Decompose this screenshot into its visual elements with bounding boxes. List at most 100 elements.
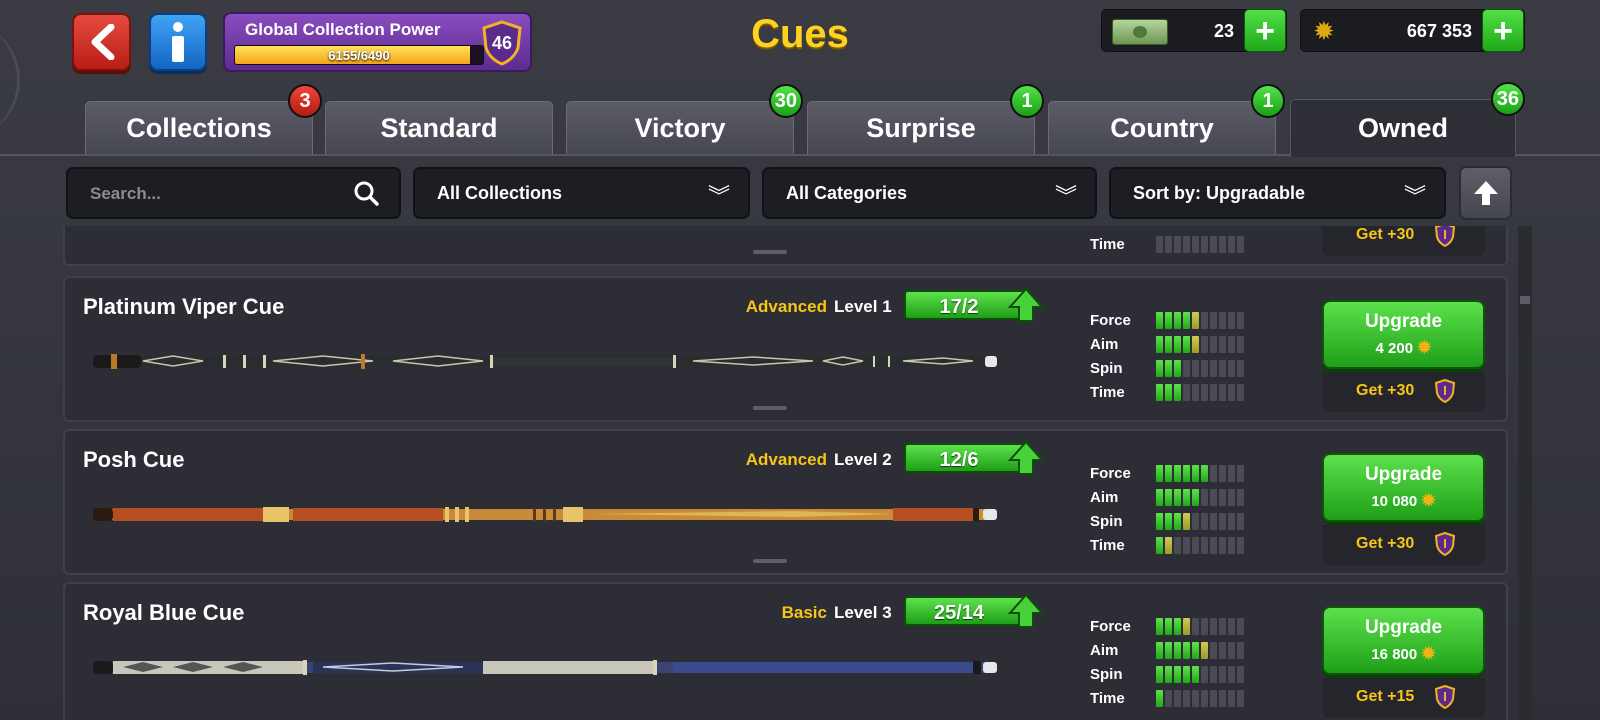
stat-segment — [1219, 690, 1226, 707]
tab-victory[interactable]: Victory 30 — [566, 84, 803, 154]
stat-segment — [1210, 336, 1217, 353]
tab-standard[interactable]: Standard — [325, 101, 553, 154]
shield-icon — [1434, 226, 1456, 247]
stat-segment — [1237, 537, 1244, 554]
get-reward-text: Get +15 — [1356, 688, 1415, 705]
add-coins-button[interactable]: + — [1482, 9, 1524, 52]
arrow-up-icon — [1473, 181, 1498, 205]
stat-segment — [1174, 360, 1181, 377]
collections-dropdown[interactable]: All Collections ︾ — [413, 167, 750, 219]
stat-segment — [1183, 537, 1190, 554]
stat-segment — [1210, 489, 1217, 506]
stat-segment — [1192, 360, 1199, 377]
tab-badge: 3 — [288, 84, 322, 118]
stat-segment — [1201, 384, 1208, 401]
cue-card[interactable]: Royal Blue Cue Basic Level 3 25/14 Force… — [63, 582, 1508, 720]
tab-badge: 30 — [768, 84, 803, 118]
upgrade-label: Upgrade — [1364, 464, 1443, 485]
gcp-level: 46 — [491, 33, 513, 53]
stat-segment — [1228, 537, 1235, 554]
cue-card[interactable]: Posh Cue Advanced Level 2 12/6 Force Aim… — [63, 429, 1508, 575]
cash-amount: 23 — [1213, 21, 1234, 41]
chevron-down-icon: ︾ — [1054, 184, 1077, 209]
tab-label: Standard — [380, 112, 498, 143]
page-title: Cues — [751, 12, 849, 56]
stat-segment — [1183, 489, 1190, 506]
tab-label: Country — [1110, 112, 1214, 143]
stat-segment — [1210, 690, 1217, 707]
cue-tier: Basic — [781, 603, 827, 622]
stat-segment — [1210, 618, 1217, 635]
coin-gear-icon: ✹ — [1313, 16, 1335, 46]
coin-gear-icon: ✹ — [1421, 491, 1436, 510]
info-button[interactable] — [149, 13, 207, 71]
cue-level: Level 3 — [834, 603, 892, 622]
stat-segment — [1237, 690, 1244, 707]
add-cash-button[interactable]: + — [1244, 9, 1286, 52]
stat-segment — [1192, 537, 1199, 554]
search-icon — [354, 181, 379, 206]
get-trophy-box[interactable]: Get +30 — [1322, 525, 1485, 565]
tab-label: Surprise — [866, 112, 976, 143]
stat-segment — [1165, 312, 1172, 329]
list-scrollbar-thumb[interactable] — [1520, 296, 1530, 304]
back-button[interactable] — [72, 13, 131, 71]
stat-segment — [1192, 513, 1199, 530]
cue-list[interactable]: Time Get +30 Platinum Viper Cue Advanced… — [63, 226, 1508, 720]
stat-segment — [1156, 642, 1163, 659]
stat-bar — [1156, 642, 1246, 659]
search-input[interactable]: Search... — [66, 167, 401, 219]
global-collection-power-panel[interactable]: Global Collection Power 6155/6490 46 — [223, 12, 532, 72]
cue-level: Level 1 — [834, 297, 892, 316]
scroll-to-top-button[interactable] — [1459, 166, 1512, 220]
stat-segment — [1228, 465, 1235, 482]
tab-country[interactable]: Country 1 — [1048, 84, 1285, 154]
stat-segment — [1219, 336, 1226, 353]
upgrade-arrow-icon — [1008, 593, 1044, 628]
stat-segment — [1237, 642, 1244, 659]
stat-segment — [1174, 513, 1181, 530]
stat-segment — [1201, 642, 1208, 659]
sort-dropdown[interactable]: Sort by: Upgradable ︾ — [1109, 167, 1446, 219]
categories-dropdown[interactable]: All Categories ︾ — [762, 167, 1097, 219]
stat-segment — [1210, 537, 1217, 554]
get-reward-text: Get +30 — [1356, 382, 1415, 399]
stat-bar — [1156, 618, 1246, 635]
stat-label: Force — [1090, 312, 1131, 329]
cue-tier: Advanced — [745, 450, 827, 469]
gcp-progress-bar: 6155/6490 — [234, 45, 484, 65]
cue-card[interactable]: Platinum Viper Cue Advanced Level 1 17/2 — [63, 276, 1508, 422]
stat-segment — [1192, 336, 1199, 353]
tab-owned[interactable]: Owned 36 — [1290, 82, 1525, 157]
get-trophy-box[interactable]: Get +30 — [1322, 372, 1485, 412]
stat-segment — [1183, 336, 1190, 353]
shield-icon — [1434, 685, 1456, 709]
stat-segment — [1219, 489, 1226, 506]
cash-icon — [1112, 19, 1168, 45]
stat-segment — [1156, 537, 1163, 554]
tab-surprise[interactable]: Surprise 1 — [807, 84, 1044, 154]
stat-segment — [1156, 666, 1163, 683]
stat-segment — [1174, 690, 1181, 707]
upgrade-button[interactable]: Upgrade 4 200 ✹ — [1322, 300, 1485, 369]
card-handle — [753, 559, 787, 563]
tab-collections[interactable]: Collections 3 — [85, 84, 322, 154]
sort-dropdown-value: Sort by: Upgradable — [1133, 183, 1306, 203]
upgrade-button[interactable]: Upgrade 10 080 ✹ — [1322, 453, 1485, 522]
upgrade-cost: 10 080 ✹ — [1324, 491, 1483, 511]
collections-dropdown-value: All Collections — [437, 183, 563, 203]
upgrade-label: Upgrade — [1364, 311, 1443, 332]
stat-segment — [1219, 666, 1226, 683]
get-trophy-box[interactable]: Get +15 — [1322, 678, 1485, 718]
upgrade-button[interactable]: Upgrade 16 800 ✹ — [1322, 606, 1485, 675]
stat-segment — [1237, 384, 1244, 401]
card-handle — [753, 250, 787, 254]
stat-segment — [1219, 360, 1226, 377]
cue-name: Royal Blue Cue — [83, 600, 245, 625]
info-icon — [172, 22, 184, 62]
stat-segment — [1201, 513, 1208, 530]
coins-counter: ✹ 667 353 + — [1300, 9, 1525, 52]
stat-segment — [1156, 312, 1163, 329]
stat-label: Spin — [1090, 666, 1123, 683]
chevron-down-icon: ︾ — [1403, 184, 1426, 209]
